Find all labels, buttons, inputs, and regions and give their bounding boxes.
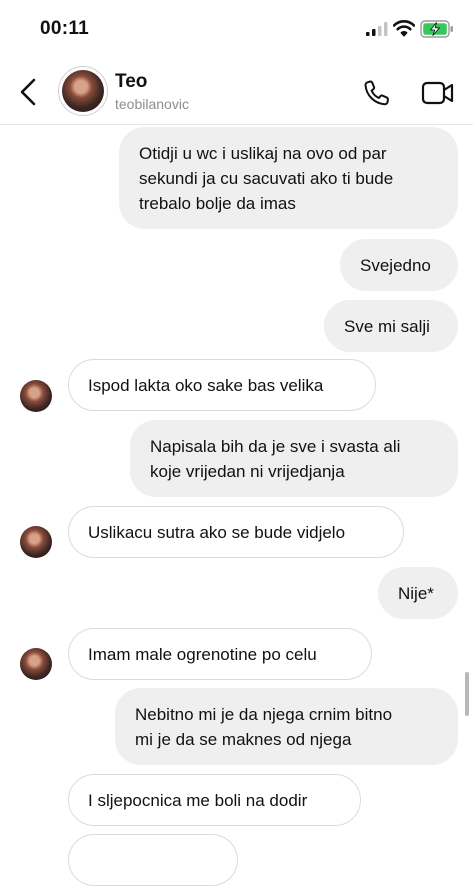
sender-avatar[interactable]	[20, 648, 52, 680]
message-line: Napisala bih da je sve i svasta ali	[150, 437, 401, 456]
contact-avatar-photo	[62, 70, 104, 112]
phone-icon[interactable]	[362, 78, 392, 108]
message-bubble-incoming[interactable]: Ispod lakta oko sake bas velika	[68, 359, 376, 411]
message-bubble-outgoing[interactable]: Otidji u wc i uslikaj na ovo od par seku…	[119, 127, 458, 229]
wifi-icon	[393, 20, 415, 37]
battery-charging-icon	[420, 20, 453, 38]
message-line: trebalo bolje da imas	[139, 194, 296, 213]
message-line: Ispod lakta oko sake bas velika	[88, 376, 324, 395]
message-bubble-incoming[interactable]: I sljepocnica me boli na dodir	[68, 774, 361, 826]
message-bubble-incoming[interactable]: Imam male ogrenotine po celu	[68, 628, 372, 680]
message-line: mi je da se maknes od njega	[135, 730, 352, 749]
message-bubble-outgoing[interactable]: Nije*	[378, 567, 458, 619]
status-time: 00:11	[40, 18, 90, 39]
back-arrow-icon[interactable]	[16, 76, 42, 108]
message-bubble-outgoing[interactable]: Svejedno	[340, 239, 458, 291]
scrollbar[interactable]	[465, 672, 469, 716]
message-bubble-incoming-partial[interactable]	[68, 834, 238, 886]
message-line: Nebitno mi je da njega crnim bitno	[135, 705, 393, 724]
message-bubble-outgoing[interactable]: Napisala bih da je sve i svasta ali koje…	[130, 420, 458, 497]
status-bar: 00:11	[0, 0, 473, 60]
message-bubble-outgoing[interactable]: Nebitno mi je da njega crnim bitno mi je…	[115, 688, 458, 765]
sender-avatar[interactable]	[20, 380, 52, 412]
message-line: Nije*	[398, 584, 434, 603]
message-line: Sve mi salji	[344, 317, 430, 336]
message-line: koje vrijedan ni vrijedjanja	[150, 462, 345, 481]
contact-avatar[interactable]	[58, 66, 108, 116]
message-line: Otidji u wc i uslikaj na ovo od par	[139, 144, 387, 163]
message-line: Imam male ogrenotine po celu	[88, 645, 317, 664]
message-line: sekundi ja cu sacuvati ako ti bude	[139, 169, 394, 188]
chat-header: Teo teobilanovic	[0, 62, 473, 125]
message-bubble-outgoing[interactable]: Sve mi salji	[324, 300, 458, 352]
message-line: Svejedno	[360, 256, 431, 275]
contact-name[interactable]: Teo	[115, 71, 147, 93]
contact-username[interactable]: teobilanovic	[115, 96, 189, 112]
sender-avatar[interactable]	[20, 526, 52, 558]
video-camera-icon[interactable]	[421, 78, 455, 108]
message-line: I sljepocnica me boli na dodir	[88, 791, 308, 810]
message-bubble-incoming[interactable]: Uslikacu sutra ako se bude vidjelo	[68, 506, 404, 558]
cellular-signal-icon	[366, 22, 388, 36]
message-line: Uslikacu sutra ako se bude vidjelo	[88, 523, 346, 542]
